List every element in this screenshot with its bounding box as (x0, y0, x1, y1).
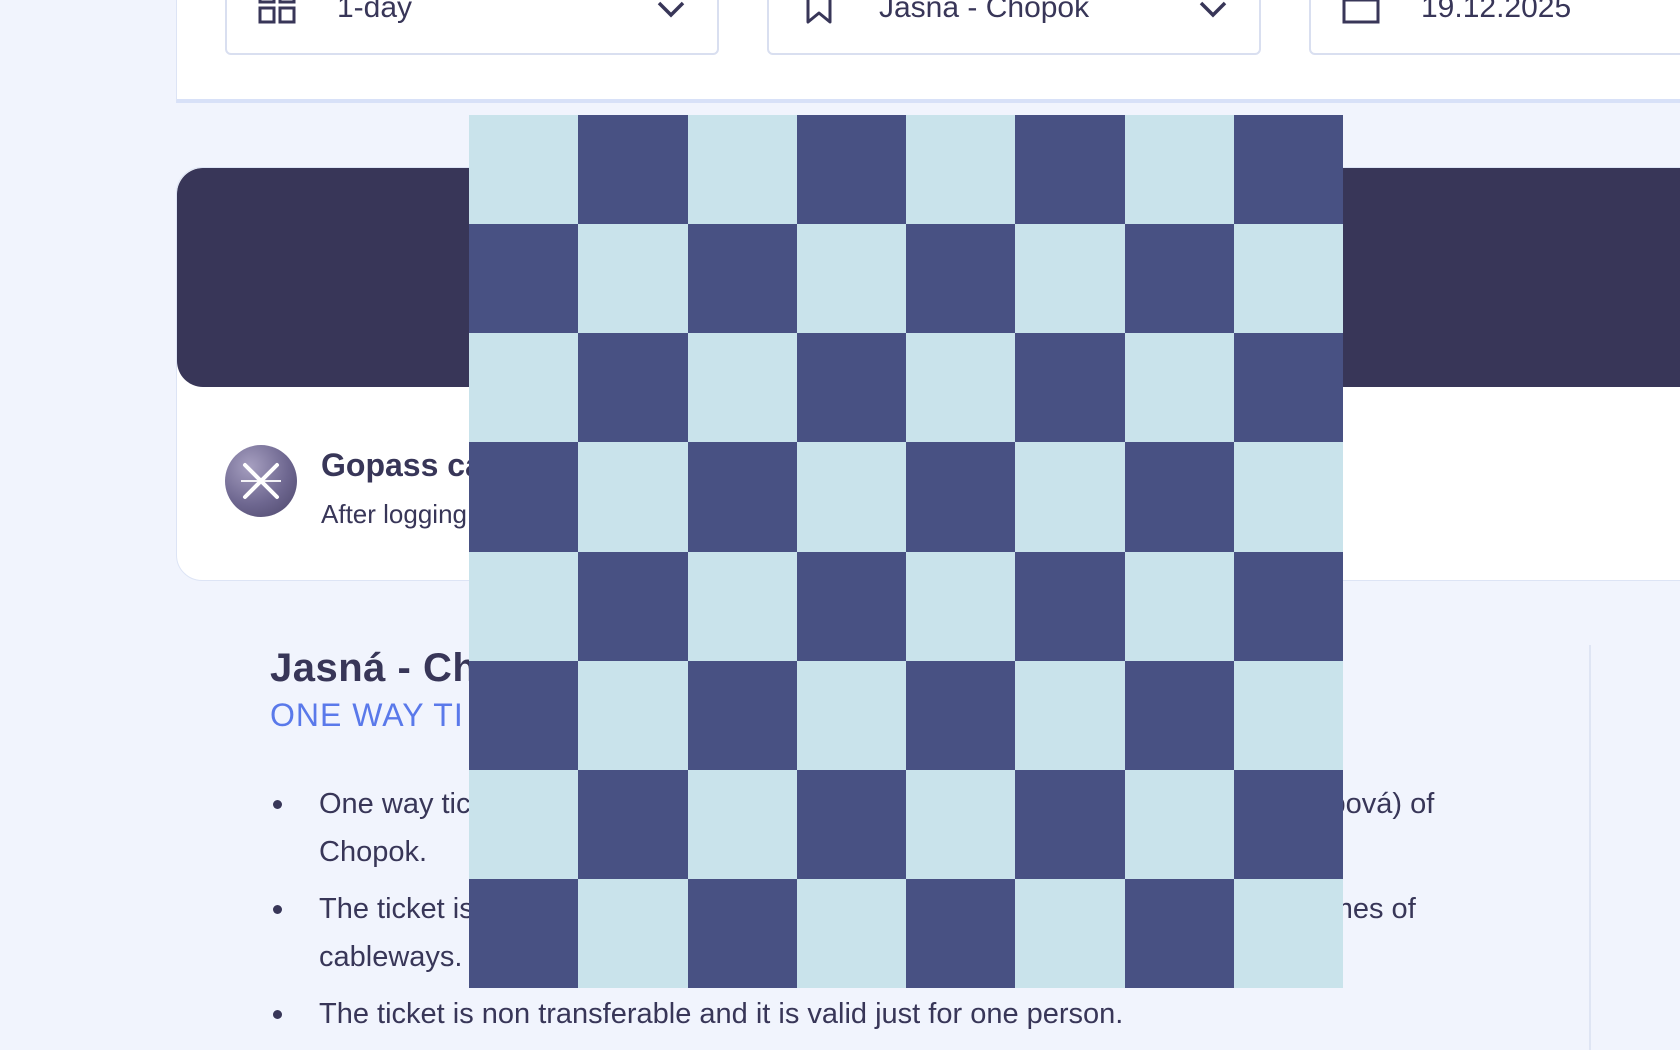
checker-cell (1015, 224, 1125, 334)
checker-cell (1124, 551, 1234, 661)
checker-cell (687, 224, 797, 334)
resort-select[interactable]: Jasná - Chopok (767, 0, 1261, 55)
checkerboard-overlay (469, 115, 1343, 988)
checker-cell (687, 333, 797, 443)
checker-cell (796, 333, 906, 443)
checker-cell (796, 769, 906, 879)
checker-cell (578, 224, 688, 334)
checker-cell (796, 115, 906, 225)
checker-cell (469, 878, 579, 988)
checker-cell (469, 333, 579, 443)
checker-cell (687, 551, 797, 661)
checker-cell (687, 878, 797, 988)
grid-icon (258, 0, 296, 24)
checker-cell (1124, 333, 1234, 443)
checker-cell (796, 878, 906, 988)
checker-cell (796, 224, 906, 334)
date-value: 19.12.2025 (1421, 0, 1572, 24)
checker-cell (1015, 442, 1125, 552)
ticket-type-select[interactable]: 1-day (225, 0, 719, 55)
checker-cell (906, 660, 1016, 770)
checker-cell (469, 115, 579, 225)
chevron-down-icon (1199, 1, 1227, 18)
column-divider (1589, 645, 1591, 1050)
checker-cell (906, 769, 1016, 879)
checker-cell (578, 333, 688, 443)
checker-cell (469, 769, 579, 879)
checker-cell (687, 660, 797, 770)
gopass-title: Gopass ca (321, 447, 483, 483)
checker-cell (469, 442, 579, 552)
checker-cell (1124, 442, 1234, 552)
bookmark-icon (806, 0, 832, 24)
checker-cell (906, 224, 1016, 334)
checker-cell (1233, 660, 1343, 770)
checker-cell (1015, 115, 1125, 225)
checker-cell (1233, 769, 1343, 879)
gopass-subtitle: After logging (321, 499, 467, 529)
checker-cell (1233, 551, 1343, 661)
checker-cell (1233, 878, 1343, 988)
checker-cell (1233, 224, 1343, 334)
checker-cell (578, 769, 688, 879)
checker-cell (578, 878, 688, 988)
page: 1-day Jasná - Chopok 19.12.2025 Gopass c… (0, 0, 1680, 1050)
checker-cell (687, 442, 797, 552)
checker-cell (1124, 224, 1234, 334)
checker-cell (906, 115, 1016, 225)
checker-cell (469, 551, 579, 661)
checker-cell (469, 660, 579, 770)
checker-cell (1233, 442, 1343, 552)
checker-cell (578, 551, 688, 661)
checker-cell (1233, 333, 1343, 443)
checker-cell (1124, 878, 1234, 988)
checker-cell (1015, 878, 1125, 988)
calendar-icon (1342, 0, 1380, 24)
checker-cell (1015, 769, 1125, 879)
checker-cell (796, 442, 906, 552)
checker-cell (906, 333, 1016, 443)
checker-cell (906, 551, 1016, 661)
checker-cell (469, 224, 579, 334)
x-logo-icon (241, 463, 281, 499)
checker-cell (1124, 115, 1234, 225)
checker-cell (1015, 333, 1125, 443)
checker-cell (1015, 660, 1125, 770)
checker-cell (1233, 115, 1343, 225)
checker-cell (796, 660, 906, 770)
date-select[interactable]: 19.12.2025 (1309, 0, 1680, 55)
checker-cell (906, 442, 1016, 552)
ticket-type-value: 1-day (337, 0, 413, 24)
checker-cell (1124, 769, 1234, 879)
checker-cell (687, 115, 797, 225)
gopass-logo-icon (225, 445, 297, 517)
ticket-selector-panel: 1-day Jasná - Chopok 19.12.2025 (176, 0, 1680, 103)
resort-value: Jasná - Chopok (879, 0, 1090, 24)
checker-cell (578, 442, 688, 552)
chevron-down-icon (657, 1, 685, 18)
checker-cell (687, 769, 797, 879)
checker-cell (1124, 660, 1234, 770)
checker-cell (906, 878, 1016, 988)
checker-cell (578, 660, 688, 770)
checker-cell (578, 115, 688, 225)
list-item: The ticket is non transferable and it is… (270, 990, 1570, 1038)
checker-cell (1015, 551, 1125, 661)
checker-cell (796, 551, 906, 661)
